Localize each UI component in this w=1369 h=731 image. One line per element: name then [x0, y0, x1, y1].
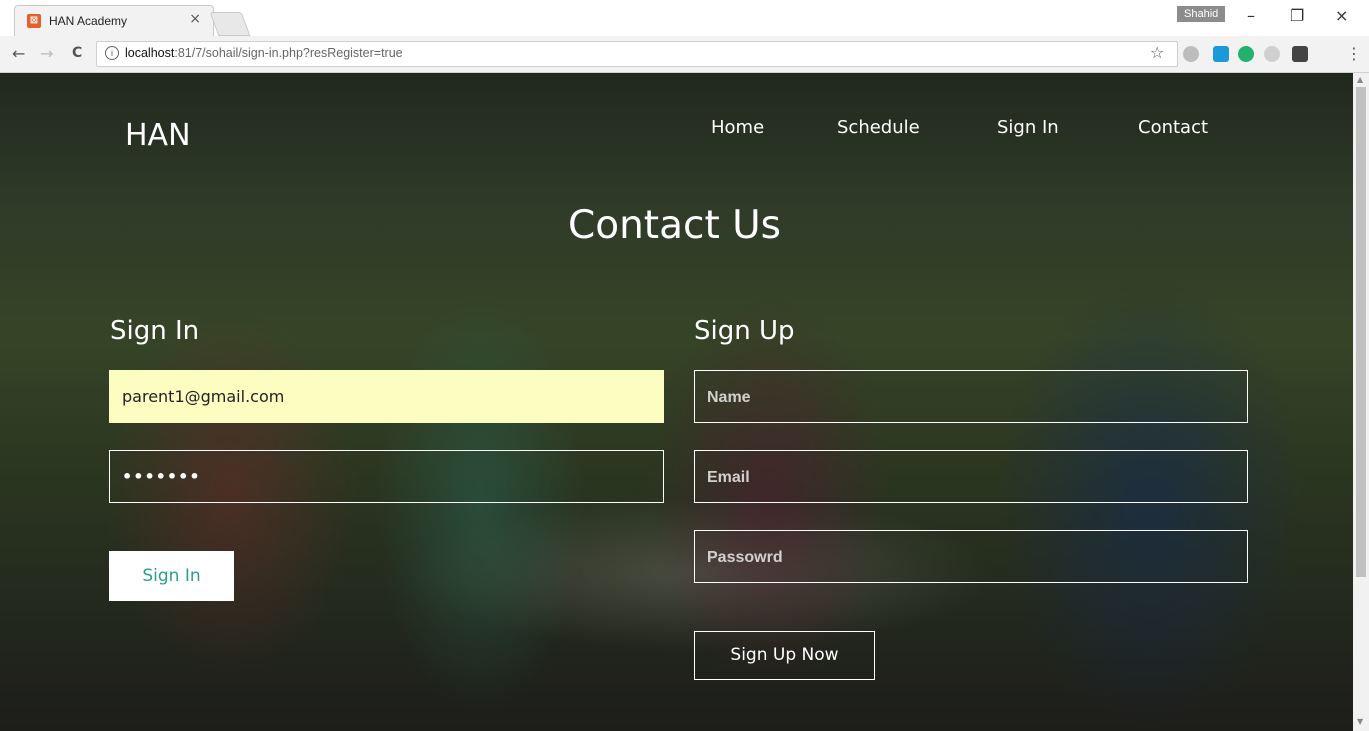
extension-cloud-icon[interactable] [1183, 46, 1199, 62]
browser-toolbar: ← → C i localhost:81/7/sohail/sign-in.ph… [0, 36, 1369, 73]
new-tab-button[interactable] [209, 12, 251, 36]
back-arrow-icon[interactable]: ← [12, 44, 25, 63]
signup-password-placeholder: Passowrd [707, 549, 783, 566]
scroll-down-icon[interactable]: ▼ [1357, 717, 1363, 726]
nav-sign-in[interactable]: Sign In [997, 117, 1059, 138]
reload-icon[interactable]: C [72, 45, 82, 61]
signup-password-field[interactable]: Passowrd [694, 530, 1248, 583]
menu-icon[interactable]: ⋮ [1346, 44, 1362, 63]
tab-title: HAN Academy [49, 14, 128, 28]
signup-name-placeholder: Name [707, 389, 751, 406]
restore-icon[interactable]: ❐ [1290, 6, 1304, 25]
scroll-thumb[interactable] [1356, 87, 1366, 577]
browser-titlebar: ⊠ HAN Academy × Shahid – ❐ × [0, 0, 1369, 37]
grammarly-icon[interactable] [1238, 46, 1254, 62]
info-icon[interactable]: i [105, 46, 119, 60]
scroll-up-icon[interactable]: ▲ [1357, 75, 1363, 84]
signup-title: Sign Up [694, 316, 795, 346]
tab-close-icon[interactable]: × [189, 11, 201, 27]
signup-button[interactable]: Sign Up Now [694, 631, 875, 680]
signup-name-field[interactable]: Name [694, 370, 1248, 423]
color-picker-icon[interactable] [1292, 46, 1308, 62]
address-bar[interactable]: i localhost:81/7/sohail/sign-in.php?resR… [96, 41, 1178, 67]
signin-email-field[interactable]: parent1@gmail.com [109, 370, 664, 423]
bookmark-star-icon[interactable]: ☆ [1150, 43, 1164, 62]
url-text: localhost:81/7/sohail/sign-in.php?resReg… [125, 46, 403, 60]
site-favicon-icon: ⊠ [27, 14, 41, 28]
signin-password-value: ••••••• [122, 467, 201, 486]
signin-email-value: parent1@gmail.com [122, 387, 285, 406]
extension-c-icon[interactable] [1213, 46, 1229, 62]
signup-email-field[interactable]: Email [694, 450, 1248, 503]
signin-title: Sign In [110, 316, 200, 346]
minimize-icon[interactable]: – [1247, 6, 1255, 25]
page-title: Contact Us [568, 203, 781, 248]
browser-tab[interactable]: ⊠ HAN Academy × [14, 5, 214, 37]
nav-contact[interactable]: Contact [1138, 117, 1208, 138]
nav-schedule[interactable]: Schedule [837, 117, 920, 138]
forward-arrow-icon[interactable]: → [40, 44, 53, 63]
camera-icon[interactable] [1264, 46, 1280, 62]
signin-button[interactable]: Sign In [109, 551, 234, 601]
nav-home[interactable]: Home [711, 117, 764, 138]
signin-password-field[interactable]: ••••••• [109, 450, 664, 503]
hero-section: HAN Home Schedule Sign In Contact Contac… [0, 73, 1353, 731]
signup-email-placeholder: Email [707, 469, 750, 486]
page-scrollbar[interactable]: ▲ ▼ [1353, 73, 1369, 731]
profile-badge[interactable]: Shahid [1177, 6, 1226, 22]
window-close-icon[interactable]: × [1335, 6, 1348, 25]
site-logo[interactable]: HAN [125, 118, 191, 153]
